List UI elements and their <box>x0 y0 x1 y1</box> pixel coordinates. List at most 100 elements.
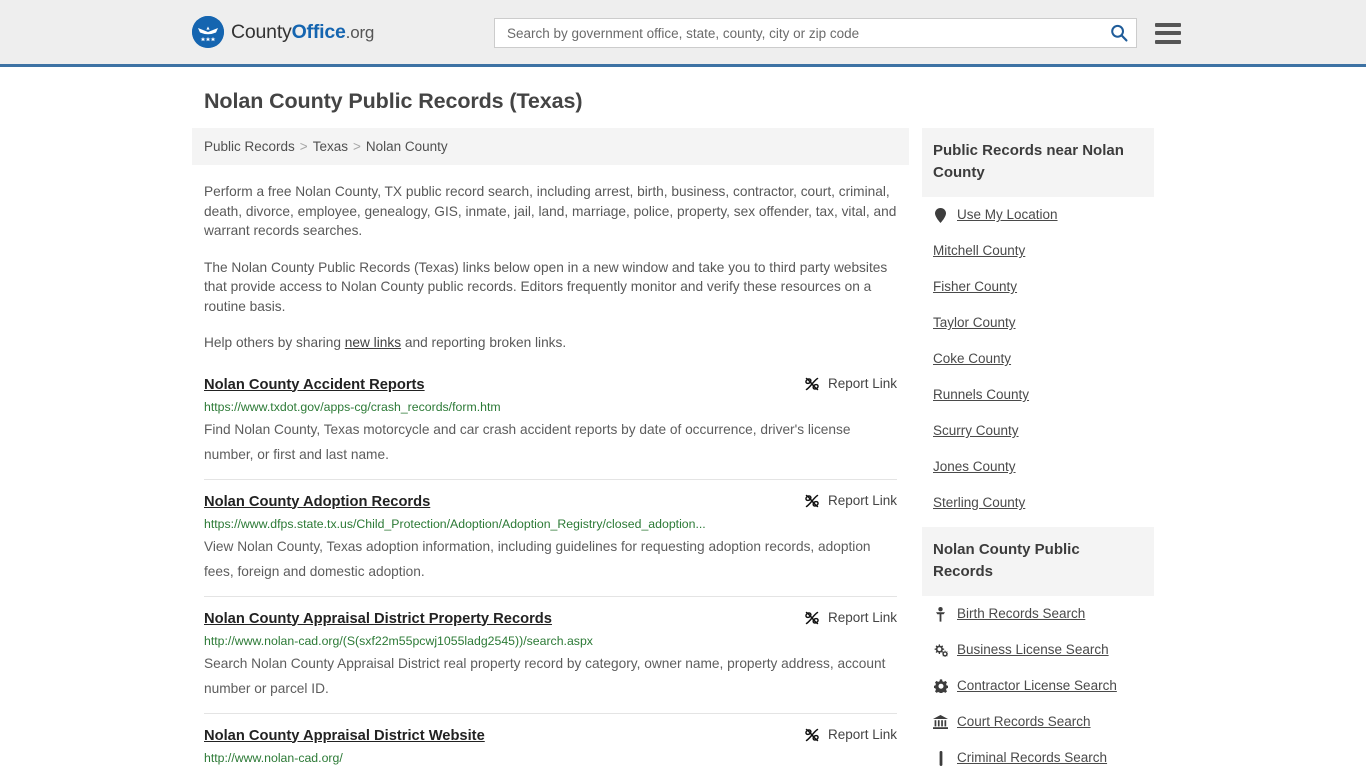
result-description: Find Nolan County, Texas motorcycle and … <box>204 421 851 462</box>
sidebar-item-label: Taylor County <box>933 315 1016 330</box>
sidebar-item-label: Criminal Records Search <box>957 750 1108 765</box>
intro-paragraph-3: Help others by sharing new links and rep… <box>204 333 897 353</box>
logo-wordmark: CountyOffice.org <box>231 21 374 44</box>
hamburger-bar <box>1155 39 1181 44</box>
search-icon[interactable] <box>1110 24 1128 42</box>
result-url: http://www.nolan-cad.org/(S(sxf22m55pcwj… <box>204 633 593 648</box>
sidebar-item-sterling-county[interactable]: Sterling County <box>933 485 1143 521</box>
sidebar-item-scurry-county[interactable]: Scurry County <box>933 413 1143 449</box>
report-link-label: Report Link <box>827 493 897 508</box>
sidebar-item-jones-county[interactable]: Jones County <box>933 449 1143 485</box>
logo-text-county: County <box>231 20 292 43</box>
result-description: Search Nolan County Appraisal District r… <box>204 655 886 696</box>
sidebar-nearby-heading: Public Records near Nolan County <box>922 128 1154 197</box>
page-title: Nolan County Public Records (Texas) <box>204 89 583 113</box>
result-title-link[interactable]: Nolan County Appraisal District Website <box>204 727 485 746</box>
broken-link-icon <box>804 610 820 626</box>
results-list: Nolan County Accident Reports Report Lin… <box>192 372 909 768</box>
sidebar-item-label: Birth Records Search <box>957 606 1086 621</box>
report-link-label: Report Link <box>827 610 897 625</box>
sidebar-item-label: Contractor License Search <box>957 678 1117 693</box>
content-columns: Public Records > Texas > Nolan County Perfor… <box>192 128 1174 768</box>
result-header: Nolan County Appraisal District Property… <box>204 610 897 629</box>
result-description: View Nolan County, Texas adoption inform… <box>204 538 871 579</box>
breadcrumb-item-nolan-county[interactable]: Nolan County <box>366 139 448 154</box>
sidebar-item-birth-records-search[interactable]: Birth Records Search <box>933 596 1143 632</box>
sidebar-item-label: Use My Location <box>957 207 1058 222</box>
logo-text-org: .org <box>345 22 375 42</box>
map-pin-icon <box>933 207 948 223</box>
report-link-button[interactable]: Report Link <box>804 376 897 392</box>
sidebar-nearby-list: Use My Location Mitchell County Fisher C… <box>922 197 1154 521</box>
search-input[interactable] <box>505 24 1106 42</box>
new-links-link[interactable]: new links <box>345 335 401 350</box>
intro-paragraph-2: The Nolan County Public Records (Texas) … <box>204 259 888 314</box>
result-title-link[interactable]: Nolan County Accident Reports <box>204 376 425 395</box>
sidebar-item-label: Scurry County <box>933 423 1019 438</box>
site-header: CountyOffice.org <box>0 0 1366 67</box>
result-item: Nolan County Appraisal District Website <box>204 712 897 768</box>
result-item: Nolan County Accident Reports Report Lin… <box>204 372 897 479</box>
result-item: Nolan County Adoption Records Report Lin… <box>204 478 897 596</box>
sidebar-item-label: Business License Search <box>957 642 1109 657</box>
report-link-button[interactable]: Report Link <box>804 493 897 509</box>
result-url: http://www.nolan-cad.org/ <box>204 750 343 765</box>
intro-paragraph-3-before: Help others by sharing <box>204 335 345 350</box>
gear-icon <box>933 679 948 693</box>
sidebar-item-fisher-county[interactable]: Fisher County <box>933 269 1143 305</box>
main-column: Public Records > Texas > Nolan County Perfor… <box>192 128 909 768</box>
sidebar-item-label: Mitchell County <box>933 243 1026 258</box>
broken-link-icon <box>804 376 820 392</box>
sidebar-item-label: Coke County <box>933 351 1012 366</box>
hamburger-bar <box>1155 22 1181 27</box>
sidebar-item-business-license-search[interactable]: Business License Search <box>933 632 1143 668</box>
sidebar-item-label: Fisher County <box>933 279 1018 294</box>
sidebar-item-contractor-license-search[interactable]: Contractor License Search <box>933 668 1143 704</box>
fingerprint-icon <box>933 750 948 766</box>
sidebar-item-court-records-search[interactable]: Court Records Search <box>933 704 1143 740</box>
result-item: Nolan County Appraisal District Property… <box>204 595 897 713</box>
breadcrumb-separator: > <box>352 139 361 154</box>
header-search-zone <box>494 18 1181 48</box>
eagle-shield-icon <box>192 16 224 48</box>
sidebar: Public Records near Nolan County Use My … <box>922 128 1154 768</box>
breadcrumb-separator: > <box>299 139 308 154</box>
report-link-label: Report Link <box>827 376 897 391</box>
sidebar-item-taylor-county[interactable]: Taylor County <box>933 305 1143 341</box>
result-title-link[interactable]: Nolan County Adoption Records <box>204 493 430 512</box>
breadcrumb-item-public-records[interactable]: Public Records <box>204 139 295 154</box>
sidebar-item-use-my-location[interactable]: Use My Location <box>933 197 1143 233</box>
result-title-link[interactable]: Nolan County Appraisal District Property… <box>204 610 552 629</box>
sidebar-item-mitchell-county[interactable]: Mitchell County <box>933 233 1143 269</box>
sidebar-item-criminal-records-search[interactable]: Criminal Records Search <box>933 740 1143 768</box>
search-box[interactable] <box>494 18 1137 48</box>
broken-link-icon <box>804 493 820 509</box>
sidebar-panel-nearby: Public Records near Nolan County Use My … <box>922 128 1154 521</box>
sidebar-item-coke-county[interactable]: Coke County <box>933 341 1143 377</box>
hamburger-bar <box>1155 31 1181 35</box>
intro-paragraph-1: Perform a free Nolan County, TX public r… <box>204 184 897 238</box>
sidebar-item-label: Court Records Search <box>957 714 1091 729</box>
hamburger-menu-icon[interactable] <box>1155 22 1181 44</box>
logo-text-office: Office <box>291 20 346 43</box>
result-header: Nolan County Adoption Records Report Lin… <box>204 493 897 512</box>
sidebar-item-label: Runnels County <box>933 387 1030 402</box>
report-link-label: Report Link <box>827 727 897 742</box>
site-logo[interactable]: CountyOffice.org <box>192 16 374 48</box>
sidebar-records-heading: Nolan County Public Records <box>922 527 1154 596</box>
breadcrumb: Public Records > Texas > Nolan County <box>192 128 909 165</box>
courthouse-icon <box>933 715 948 729</box>
sidebar-item-label: Sterling County <box>933 495 1026 510</box>
breadcrumb-item-texas[interactable]: Texas <box>313 139 348 154</box>
report-link-button[interactable]: Report Link <box>804 610 897 626</box>
sidebar-item-label: Jones County <box>933 459 1016 474</box>
report-link-button[interactable]: Report Link <box>804 727 897 743</box>
result-url: https://www.dfps.state.tx.us/Child_Prote… <box>204 516 706 531</box>
intro-section: Perform a free Nolan County, TX public r… <box>192 182 909 353</box>
sidebar-item-runnels-county[interactable]: Runnels County <box>933 377 1143 413</box>
result-url: https://www.txdot.gov/apps-cg/crash_reco… <box>204 399 501 414</box>
sidebar-panel-records: Nolan County Public Records Birth Record… <box>922 527 1154 768</box>
intro-paragraph-3-after: and reporting broken links. <box>401 335 567 350</box>
baby-icon <box>933 606 948 622</box>
result-header: Nolan County Appraisal District Website <box>204 727 897 746</box>
